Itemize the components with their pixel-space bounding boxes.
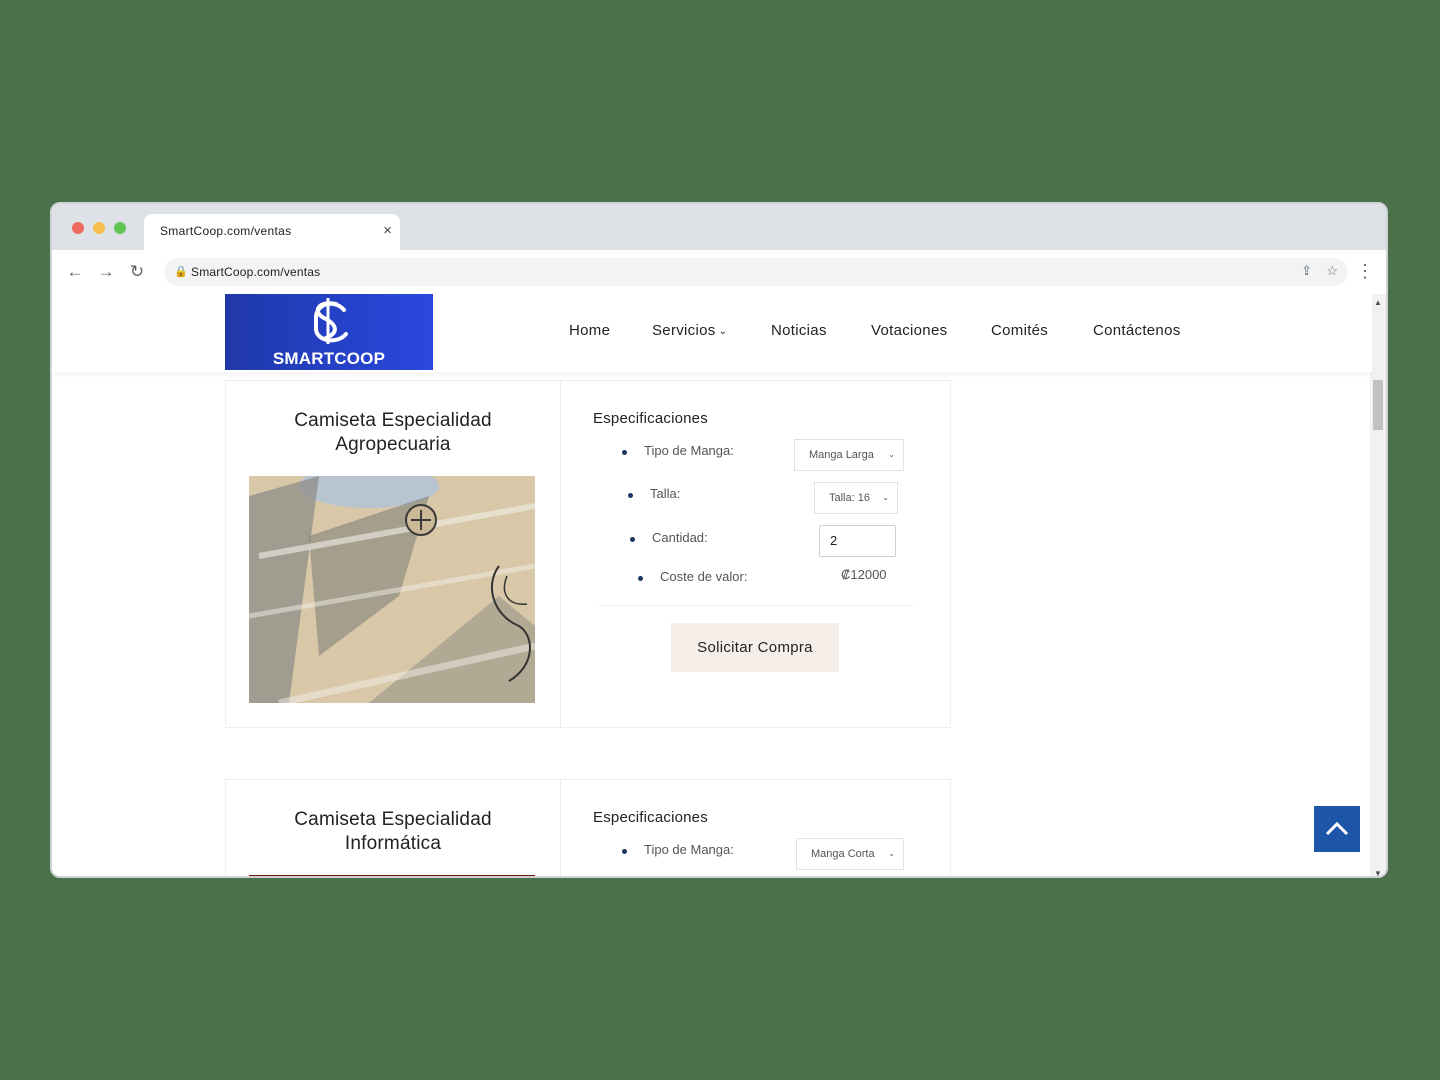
- minimize-window-button[interactable]: [93, 222, 105, 234]
- menu-votaciones[interactable]: Votaciones: [871, 322, 947, 339]
- specs-heading: Especificaciones: [593, 809, 708, 826]
- browser-toolbar: ← → ↻ 🔒 SmartCoop.com/ventas ⇪ ☆ ⋮: [52, 250, 1386, 295]
- manga-select-value: Manga Larga: [809, 449, 874, 461]
- scroll-thumb[interactable]: [1373, 380, 1383, 430]
- maximize-window-button[interactable]: [114, 222, 126, 234]
- browser-menu-icon[interactable]: ⋮: [1356, 260, 1374, 282]
- manga-select-value: Manga Corta: [811, 848, 875, 860]
- product-card: Camiseta Especialidad Informática Especi…: [225, 779, 951, 876]
- product-title: Camiseta Especialidad Agropecuaria: [226, 409, 560, 457]
- product-title-line2: Informática: [344, 833, 442, 854]
- product-title: Camiseta Especialidad Informática: [226, 808, 560, 856]
- scroll-up-arrow-icon[interactable]: ▲: [1374, 298, 1382, 307]
- product-title-line2: Agropecuaria: [335, 434, 451, 455]
- coste-label: Coste de valor:: [660, 569, 748, 584]
- browser-tab[interactable]: SmartCoop.com/ventas ×: [144, 214, 400, 250]
- menu-servicios[interactable]: Servicios ⌄: [652, 322, 727, 339]
- address-bar[interactable]: 🔒 SmartCoop.com/ventas ⇪ ☆: [164, 258, 1348, 286]
- talla-label: Talla:: [650, 486, 681, 501]
- chevron-down-icon: ⌄: [718, 326, 728, 337]
- lock-icon[interactable]: 🔒: [174, 265, 188, 278]
- scroll-to-top-button[interactable]: [1314, 806, 1360, 852]
- product-photo-informatica: [249, 875, 535, 876]
- product-card: Camiseta Especialidad Agropecuaria Espec…: [225, 380, 951, 728]
- manga-select[interactable]: Manga Larga ⌄: [794, 439, 904, 471]
- menu-contactenos[interactable]: Contáctenos: [1093, 322, 1181, 339]
- cantidad-label: Cantidad:: [652, 530, 708, 545]
- menu-servicios-label: Servicios: [652, 322, 716, 339]
- product-info: Camiseta Especialidad Agropecuaria: [226, 381, 561, 727]
- manga-select[interactable]: Manga Corta ⌄: [796, 838, 904, 870]
- cantidad-input[interactable]: 2: [819, 525, 896, 557]
- bullet-icon: [622, 450, 627, 455]
- scroll-down-arrow-icon[interactable]: ▼: [1374, 869, 1382, 876]
- page-viewport: SMARTCOOP Home Servicios ⌄ Noticias Votac…: [52, 294, 1372, 876]
- menu-home[interactable]: Home: [569, 322, 610, 339]
- logo-mark-icon: [314, 298, 348, 344]
- product-title-line1: Camiseta Especialidad: [294, 809, 492, 830]
- talla-select-value: Talla: 16: [829, 492, 870, 504]
- menu-comites[interactable]: Comités: [991, 322, 1048, 339]
- tab-title: SmartCoop.com/ventas: [160, 224, 292, 238]
- chevron-down-icon: ⌄: [888, 849, 895, 858]
- chevron-down-icon: ⌄: [888, 450, 895, 459]
- bullet-icon: [638, 576, 643, 581]
- close-window-button[interactable]: [72, 222, 84, 234]
- share-icon[interactable]: ⇪: [1301, 263, 1312, 279]
- forward-arrow-icon[interactable]: →: [95, 261, 117, 283]
- product-title-line1: Camiseta Especialidad: [294, 410, 492, 431]
- site-header: SMARTCOOP Home Servicios ⌄ Noticias Votac…: [52, 294, 1372, 372]
- page-scrollbar[interactable]: ▲ ▼: [1370, 294, 1386, 876]
- tab-close-icon[interactable]: ×: [383, 222, 392, 240]
- specs-heading: Especificaciones: [593, 410, 708, 427]
- chevron-up-icon: [1325, 821, 1349, 836]
- url-text[interactable]: SmartCoop.com/ventas: [191, 265, 320, 279]
- product-photo-agropecuaria: [249, 476, 535, 703]
- bullet-icon: [628, 493, 633, 498]
- browser-window: SmartCoop.com/ventas × ← → ↻ 🔒 SmartCoop…: [50, 202, 1388, 878]
- talla-select[interactable]: Talla: 16 ⌄: [814, 482, 898, 514]
- coste-value: ₡12000: [841, 567, 887, 582]
- smartcoop-logo[interactable]: SMARTCOOP: [225, 294, 433, 370]
- manga-label: Tipo de Manga:: [644, 443, 734, 458]
- reload-icon[interactable]: ↻: [126, 261, 148, 283]
- divider: [598, 605, 914, 606]
- bullet-icon: [630, 537, 635, 542]
- logo-text: SMARTCOOP: [272, 349, 386, 368]
- bullet-icon: [622, 849, 627, 854]
- menu-noticias[interactable]: Noticias: [771, 322, 827, 339]
- tab-bar: SmartCoop.com/ventas ×: [52, 204, 1386, 250]
- product-info: Camiseta Especialidad Informática: [226, 780, 561, 876]
- solicitar-compra-button[interactable]: Solicitar Compra: [671, 623, 839, 672]
- manga-label: Tipo de Manga:: [644, 842, 734, 857]
- back-arrow-icon[interactable]: ←: [64, 261, 86, 283]
- bookmark-star-icon[interactable]: ☆: [1326, 263, 1338, 279]
- chevron-down-icon: ⌄: [882, 493, 889, 502]
